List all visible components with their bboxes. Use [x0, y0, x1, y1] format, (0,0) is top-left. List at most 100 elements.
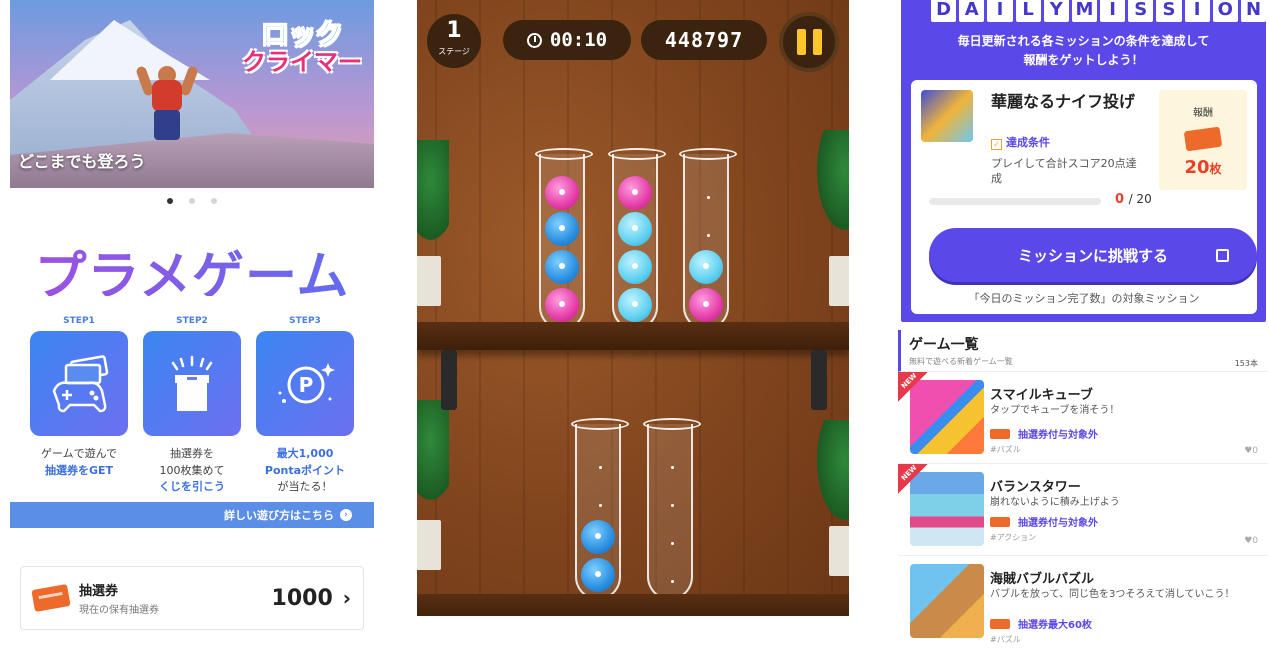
new-badge-label: NEW — [899, 371, 919, 391]
tube[interactable] — [535, 148, 593, 330]
game-description: タップでキューブを消そう！ — [990, 405, 1120, 416]
heading-letter: I — [987, 0, 1013, 22]
favorite-count[interactable]: ♥0 — [1244, 536, 1258, 546]
mission-progress-count: 0 / 20 — [1115, 192, 1152, 207]
progress-current: 0 — [1115, 192, 1125, 207]
ticket-title: 抽選券 — [79, 584, 119, 599]
tube[interactable] — [679, 148, 737, 330]
score: 448797 — [641, 20, 767, 60]
pot-decoration — [829, 526, 849, 576]
game-description: 崩れないように積み上げよう — [990, 497, 1120, 508]
banner-game-title: ロック クライマー — [242, 20, 362, 77]
ball-cyan — [618, 250, 652, 284]
step-text-highlight: 最大1,000 — [276, 447, 334, 460]
ticket-icon — [990, 618, 1010, 629]
game-name: スマイルキューブ — [990, 388, 1093, 403]
ball-cyan — [618, 212, 652, 246]
plant-decoration — [817, 420, 849, 520]
tube[interactable] — [643, 418, 701, 600]
step-1-text: ゲームで遊んで 抽選券をGET — [30, 446, 128, 479]
heading-letter: I — [1100, 0, 1126, 22]
pirate-bubble-thumbnail — [910, 564, 984, 638]
game-tag: #パズル — [990, 635, 1021, 644]
new-badge: NEW — [898, 464, 928, 494]
pot-decoration — [417, 256, 441, 306]
step-2-text: 抽選券を 100枚集めて くじを引こう — [143, 446, 241, 496]
carousel-dot[interactable] — [189, 198, 195, 204]
reward-unit: 枚 — [1209, 162, 1222, 176]
step-text-line: 抽選券を — [170, 447, 214, 460]
lottery-box-icon — [143, 331, 241, 436]
challenge-mission-button[interactable]: ミッションに挑戦する — [929, 228, 1257, 282]
challenge-button-label: ミッションに挑戦する — [1017, 246, 1168, 265]
mission-condition-text: プレイして合計スコア20点達成 — [991, 157, 1137, 186]
banner-title-line2: クライマー — [242, 48, 362, 77]
heading-letter: A — [959, 0, 985, 22]
tube[interactable] — [608, 148, 666, 330]
game-description: バブルを放って、同じ色を3つそろえて消していこう！ — [990, 589, 1235, 600]
favorite-count[interactable]: ♥0 — [1244, 446, 1258, 456]
description-line: 報酬をゲットしよう！ — [1023, 52, 1144, 67]
mission-note: 「今日のミッション完了数」の対象ミッション — [968, 292, 1200, 305]
mission-progress-bar — [929, 198, 1101, 205]
carousel-dot[interactable] — [211, 198, 217, 204]
plant-decoration — [417, 400, 449, 500]
pause-button[interactable] — [779, 12, 839, 72]
ball-cyan — [618, 288, 652, 322]
ball-sort-game-panel: 1 ステージ 00:10 448797 — [417, 0, 849, 616]
new-badge-label: NEW — [899, 463, 919, 483]
daily-mission-description: 毎日更新される各ミッションの条件を達成して 報酬をゲットしよう！ — [901, 32, 1266, 69]
timer-value: 00:10 — [549, 29, 608, 51]
new-badge: NEW — [898, 372, 928, 402]
daily-mission-panel: D A I L Y M I S S I O N 毎日更新される各ミッションの条件… — [898, 0, 1268, 652]
stage-number: 1 — [446, 18, 462, 43]
pause-icon — [796, 29, 806, 55]
step-text-line: 100枚集めて — [159, 463, 225, 477]
game-tag: #パズル — [990, 445, 1021, 454]
ticket-labels: 抽選券 現在の保有抽選券 — [79, 580, 159, 616]
howto-link-label: 詳しい遊び方はこちら — [224, 508, 334, 522]
heading-letter: S — [1156, 0, 1182, 22]
mission-card: 華麗なるナイフ投げ ✓ 達成条件 プレイして合計スコア20点達成 報酬 20枚 0… — [911, 80, 1257, 314]
shelf-bracket — [441, 350, 457, 410]
reward-label: 報酬 — [1193, 108, 1213, 119]
carousel-dot-active[interactable] — [167, 198, 173, 204]
step-1: STEP1 ゲームで遊んで 抽選券をGET — [30, 316, 128, 496]
game-name: 海賊バブルパズル — [990, 572, 1095, 587]
daily-mission-heading: D A I L Y M I S S I O N — [901, 0, 1267, 26]
game-list: ゲーム一覧 無料で遊べる新着ゲーム一覧 153本 NEW スマイルキューブ タッ… — [898, 330, 1268, 648]
plant-decoration — [817, 130, 849, 230]
step-text-line: が当たる！ — [277, 480, 333, 493]
heading-letter: D — [931, 0, 957, 22]
heading-letter: L — [1015, 0, 1041, 22]
how-to-steps: STEP1 ゲームで遊んで 抽選券をGET STEP2 抽選券を 100枚集めて… — [10, 316, 374, 496]
reward-count: 20 — [1184, 157, 1210, 178]
banner-title-line1: ロック — [261, 20, 343, 51]
external-link-icon — [1216, 248, 1229, 262]
chevron-right-icon: › — [342, 586, 351, 610]
carousel-dots[interactable] — [10, 198, 374, 206]
game-list-header: ゲーム一覧 無料で遊べる新着ゲーム一覧 153本 — [898, 330, 1268, 372]
heading-letter: M — [1071, 0, 1098, 22]
pot-decoration — [829, 256, 849, 306]
game-name: バランスタワー — [990, 480, 1081, 495]
ball-blue — [581, 558, 615, 592]
daily-mission-section: D A I L Y M I S S I O N 毎日更新される各ミッションの条件… — [901, 0, 1267, 322]
tube[interactable] — [571, 418, 629, 600]
shelf-bracket — [811, 350, 827, 410]
banner-caption: どこまでも登ろう — [18, 152, 146, 171]
ball-pink — [618, 176, 652, 210]
ticket-icon — [1183, 126, 1223, 152]
howto-link[interactable]: 詳しい遊び方はこちら › — [10, 501, 374, 528]
checkbox-icon: ✓ — [991, 139, 1002, 150]
step-text-highlight: 抽選券をGET — [44, 463, 114, 477]
ticket-balance-card[interactable]: 抽選券 現在の保有抽選券 1000 › — [20, 566, 364, 630]
list-item[interactable]: NEW バランスタワー 崩れないように積み上げよう 抽選券付与対象外 #アクショ… — [898, 464, 1268, 556]
game-hud: 1 ステージ 00:10 448797 — [427, 8, 839, 72]
rock-climber-banner[interactable]: ロック クライマー どこまでも登ろう — [10, 0, 374, 188]
list-item[interactable]: 海賊バブルパズル バブルを放って、同じ色を3つそろえて消していこう！ 抽選券最大… — [898, 556, 1268, 648]
condition-label-text: 達成条件 — [1006, 136, 1050, 149]
heading-letter: N — [1240, 0, 1267, 22]
list-item[interactable]: NEW スマイルキューブ タップでキューブを消そう！ 抽選券付与対象外 #パズル… — [898, 372, 1268, 464]
knife-game-thumbnail — [921, 90, 973, 142]
